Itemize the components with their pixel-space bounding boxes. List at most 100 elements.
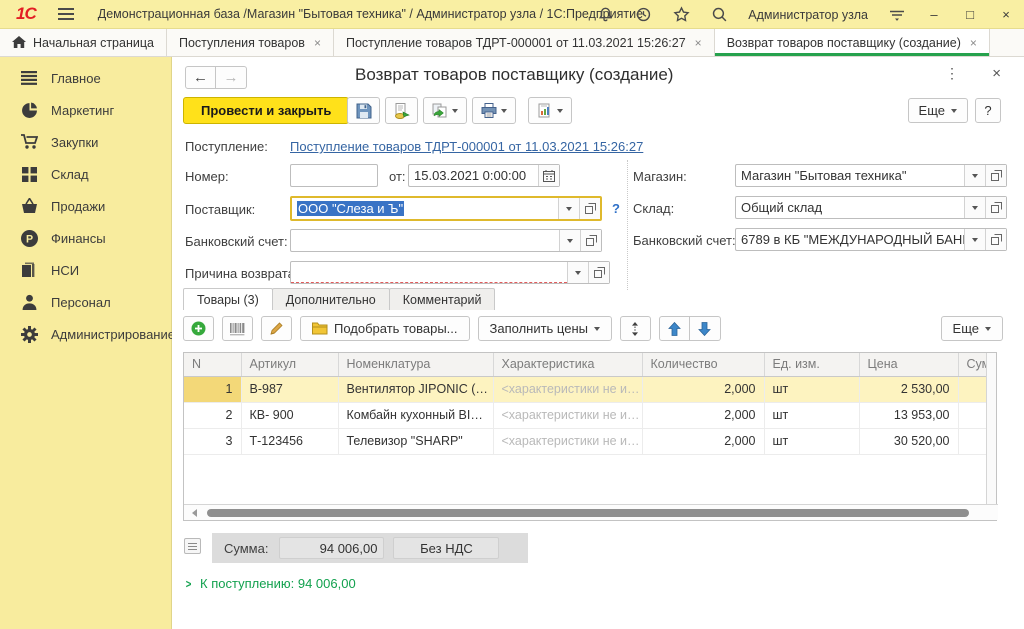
- create-based-on-button[interactable]: [423, 97, 467, 124]
- date-input[interactable]: 15.03.2021 0:00:00: [408, 164, 560, 187]
- footer-settings-icon[interactable]: [184, 538, 201, 554]
- history-icon[interactable]: [634, 6, 652, 24]
- current-user[interactable]: Администратор узла: [748, 8, 868, 22]
- col-n[interactable]: N: [184, 353, 241, 376]
- bank-account2-input[interactable]: 6789 в КБ "МЕЖДУНАРОДНЫЙ БАНК РА: [735, 228, 1007, 251]
- warehouse-label: Склад:: [633, 201, 674, 216]
- horizontal-scrollbar[interactable]: [184, 504, 998, 520]
- dropdown-button[interactable]: [558, 198, 579, 219]
- minimize-button[interactable]: –: [926, 7, 942, 22]
- sidebar-item-purchases[interactable]: Закупки: [0, 126, 171, 158]
- form-close-icon[interactable]: ×: [992, 65, 1001, 82]
- scrollbar-thumb[interactable]: [207, 509, 969, 517]
- move-row-up-button[interactable]: [659, 316, 690, 341]
- to-receipt-link[interactable]: > К поступлению: 94 006,00: [185, 576, 356, 591]
- table-toolbar: Подобрать товары... Заполнить цены Еще: [183, 314, 1003, 343]
- more-dots-icon[interactable]: ⋮: [945, 65, 959, 82]
- search-icon[interactable]: [710, 6, 728, 24]
- notifications-bell-icon[interactable]: [596, 6, 614, 24]
- sidebar-item-finance[interactable]: Р Финансы: [0, 222, 171, 254]
- col-characteristic[interactable]: Характеристика: [493, 353, 642, 376]
- col-qty[interactable]: Количество: [642, 353, 764, 376]
- post-and-close-button[interactable]: Провести и закрыть: [183, 97, 349, 124]
- dropdown-button[interactable]: [964, 197, 985, 218]
- add-row-button[interactable]: [183, 316, 214, 341]
- home-icon: [12, 36, 26, 49]
- title-bar: 1С Демонстрационная база /Магазин "Бытов…: [0, 0, 1024, 29]
- tab-close-icon[interactable]: ×: [970, 36, 977, 50]
- warehouse-input[interactable]: Общий склад: [735, 196, 1007, 219]
- sidebar-item-personnel[interactable]: Персонал: [0, 286, 171, 318]
- detail-tabs: Товары (3) Дополнительно Комментарий: [183, 288, 494, 310]
- open-value-button[interactable]: [985, 165, 1006, 186]
- sidebar-item-masterdata[interactable]: НСИ: [0, 254, 171, 286]
- sidebar-item-marketing[interactable]: Маркетинг: [0, 94, 171, 126]
- calendar-icon[interactable]: [538, 165, 559, 186]
- post-document-button[interactable]: [385, 97, 418, 124]
- move-row-down-button[interactable]: [690, 316, 721, 341]
- receipt-label: Поступление:: [185, 139, 268, 154]
- tab-return-to-supplier[interactable]: Возврат товаров поставщику (создание) ×: [715, 29, 990, 56]
- form-more-button[interactable]: Еще: [908, 98, 968, 123]
- pick-goods-button[interactable]: Подобрать товары...: [300, 316, 470, 341]
- tab-goods-receipt-document[interactable]: Поступление товаров ТДРТ-000001 от 11.03…: [334, 29, 715, 56]
- col-article[interactable]: Артикул: [241, 353, 338, 376]
- vertical-scrollbar[interactable]: [986, 353, 996, 504]
- tab-close-icon[interactable]: ×: [314, 36, 321, 50]
- service-menu-icon[interactable]: [888, 6, 906, 24]
- col-sum[interactable]: Сумма: [958, 353, 988, 376]
- table-row[interactable]: 3 Т-123456 Телевизор "SHARP" <характерис…: [184, 428, 988, 454]
- fill-prices-button[interactable]: Заполнить цены: [478, 316, 612, 341]
- main-menu-icon[interactable]: [58, 8, 74, 20]
- close-window-button[interactable]: ×: [998, 7, 1014, 22]
- tab-close-icon[interactable]: ×: [695, 36, 702, 50]
- open-value-button[interactable]: [985, 197, 1006, 218]
- tab-additional[interactable]: Дополнительно: [272, 288, 390, 310]
- print-button[interactable]: [472, 97, 516, 124]
- forward-arrow-button[interactable]: →: [216, 66, 247, 89]
- sidebar-item-sales[interactable]: Продажи: [0, 190, 171, 222]
- supplier-help-link[interactable]: ?: [612, 201, 620, 216]
- col-unit[interactable]: Ед. изм.: [764, 353, 859, 376]
- tab-home[interactable]: Начальная страница: [0, 29, 167, 56]
- supplier-input[interactable]: ООО "Слеза и Ъ": [290, 196, 602, 221]
- dropdown-button[interactable]: [559, 230, 580, 251]
- dropdown-button[interactable]: [567, 262, 588, 283]
- open-value-button[interactable]: [580, 230, 601, 251]
- sidebar-item-main[interactable]: Главное: [0, 62, 171, 94]
- open-value-button[interactable]: [579, 198, 600, 219]
- sidebar-item-warehouse[interactable]: Склад: [0, 158, 171, 190]
- col-price[interactable]: Цена: [859, 353, 958, 376]
- bank-account-input[interactable]: [290, 229, 602, 252]
- scroll-left-icon[interactable]: [192, 509, 197, 517]
- save-button[interactable]: [347, 97, 380, 124]
- open-value-button[interactable]: [985, 229, 1006, 250]
- tab-bar: Начальная страница Поступления товаров ×…: [0, 29, 1024, 57]
- barcode-scan-button[interactable]: [222, 316, 253, 341]
- resize-rows-button[interactable]: [620, 316, 651, 341]
- reports-button[interactable]: [528, 97, 572, 124]
- tab-goods[interactable]: Товары (3): [183, 288, 273, 310]
- maximize-button[interactable]: □: [962, 7, 978, 22]
- dropdown-button[interactable]: [964, 229, 985, 250]
- edit-row-button[interactable]: [261, 316, 292, 341]
- sidebar-item-administration[interactable]: Администрирование: [0, 318, 171, 350]
- receipt-document-link[interactable]: Поступление товаров ТДРТ-000001 от 11.03…: [290, 139, 643, 154]
- store-input[interactable]: Магазин "Бытовая техника": [735, 164, 1007, 187]
- back-arrow-button[interactable]: ←: [185, 66, 216, 89]
- favorites-star-icon[interactable]: [672, 6, 690, 24]
- table-row[interactable]: 1 В-987 Вентилятор JIPONIC (… <характери…: [184, 376, 988, 402]
- tab-comment[interactable]: Комментарий: [389, 288, 496, 310]
- open-value-button[interactable]: [588, 262, 609, 283]
- table-more-button[interactable]: Еще: [941, 316, 1003, 341]
- grid-icon: [20, 165, 38, 183]
- document-form: ← → Возврат товаров поставщику (создание…: [172, 57, 1024, 629]
- table-row[interactable]: 2 КВ- 900 Комбайн кухонный BI… <характер…: [184, 402, 988, 428]
- number-input[interactable]: [290, 164, 378, 187]
- help-button[interactable]: ?: [975, 98, 1001, 123]
- selected-text: ООО "Слеза и Ъ": [297, 201, 404, 216]
- col-item[interactable]: Номенклатура: [338, 353, 493, 376]
- return-reason-input[interactable]: [290, 261, 610, 284]
- dropdown-button[interactable]: [964, 165, 985, 186]
- tab-goods-receipts-list[interactable]: Поступления товаров ×: [167, 29, 334, 56]
